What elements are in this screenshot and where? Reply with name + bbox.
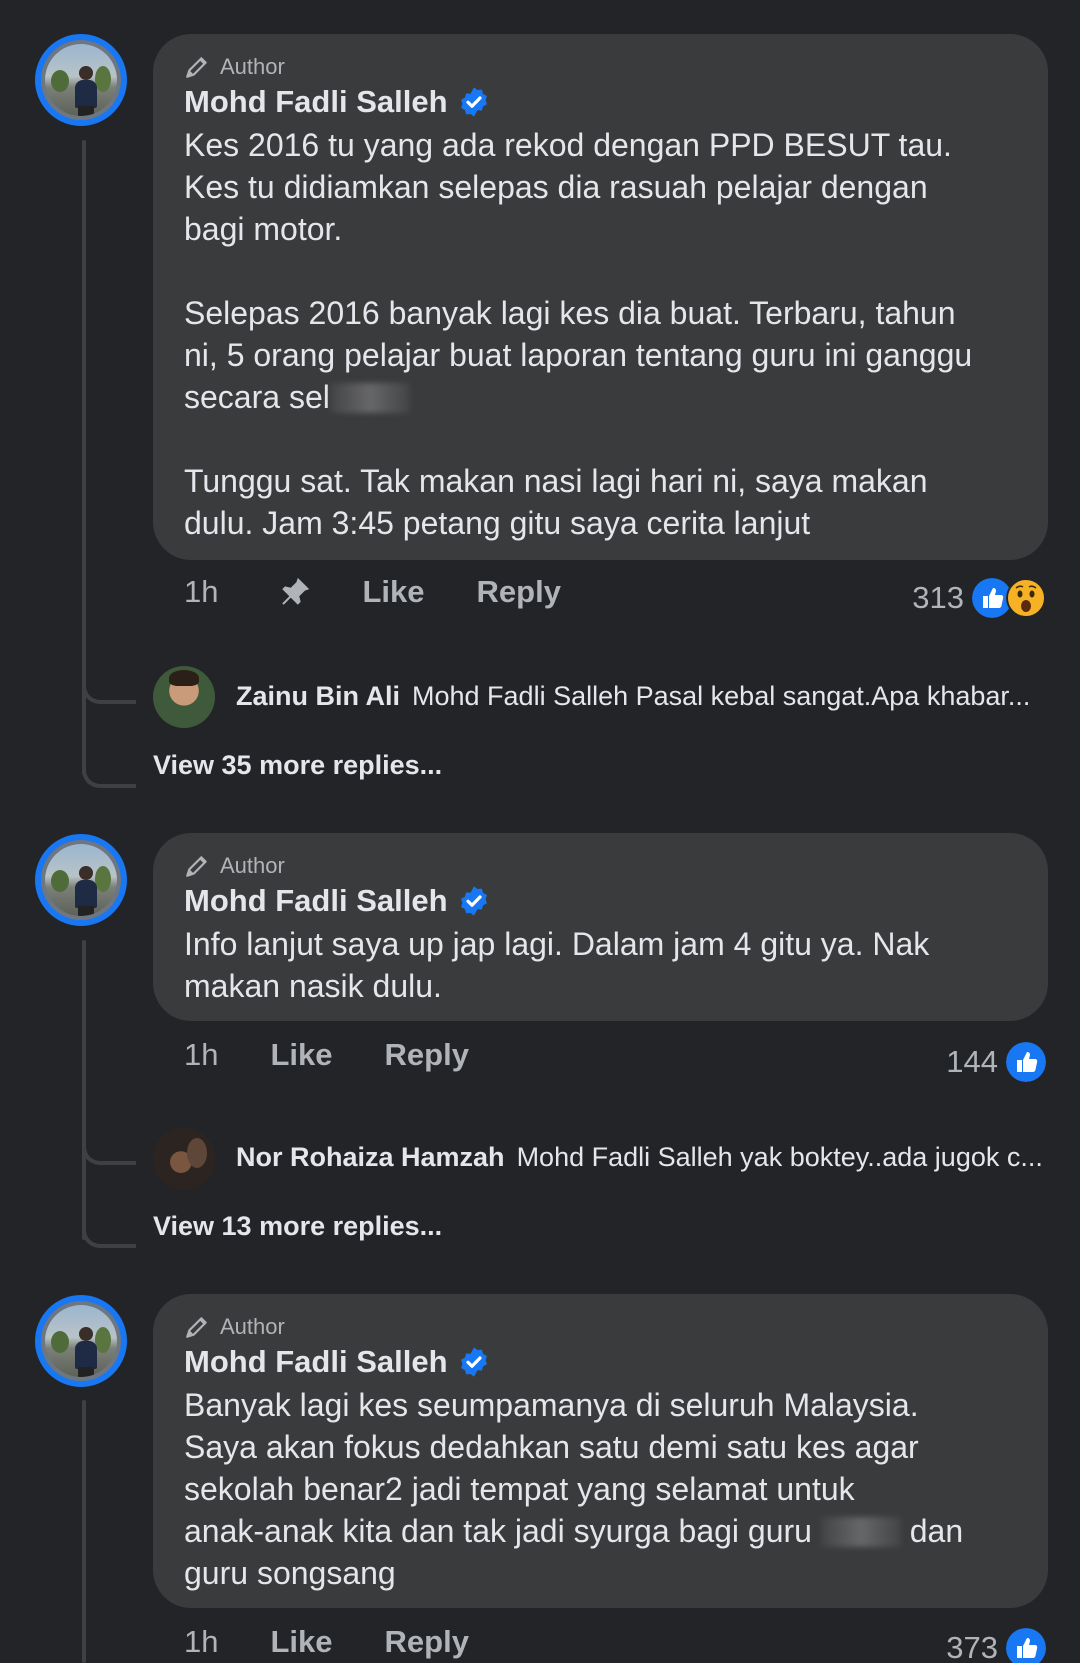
reaction-count: 144 [946,1044,998,1079]
verified-badge-icon [460,87,487,117]
verified-badge-icon [460,1347,487,1377]
wow-reaction-icon [1006,578,1046,618]
blurred-text [820,1517,901,1547]
commenter-name[interactable]: Mohd Fadli Salleh [184,1344,448,1380]
reaction-summary[interactable]: 373 [946,1628,1046,1663]
author-badge-label: Author [220,54,285,79]
comment-actions: 1h Like Reply [184,1624,469,1660]
reply-avatar[interactable] [153,666,215,728]
avatar[interactable] [35,34,127,126]
like-button[interactable]: Like [362,574,424,610]
comment-text: Banyak lagi kes seumpamanya di seluruh M… [184,1387,964,1591]
blurred-text [329,383,410,413]
author-badge: Author [184,52,1018,82]
comment-actions: 1h Like Reply [184,574,561,610]
reply-branch [82,1220,136,1248]
avatar[interactable] [35,1295,127,1387]
like-button[interactable]: Like [270,1037,332,1073]
author-badge-label: Author [220,1314,285,1339]
pencil-icon [186,57,207,78]
reaction-summary[interactable]: 144 [946,1042,1046,1082]
like-reaction-icon [1006,1042,1046,1082]
reply-preview[interactable]: Zainu Bin Ali Mohd Fadli Salleh Pasal ke… [236,681,1030,712]
avatar[interactable] [35,834,127,926]
reply-branch [82,1137,136,1165]
pencil-icon [186,1317,207,1338]
reply-author[interactable]: Nor Rohaiza Hamzah [236,1142,505,1173]
reply-branch [82,760,136,788]
reply-button[interactable]: Reply [477,574,561,610]
reply-snippet: Mohd Fadli Salleh yak boktey..ada jugok … [516,1142,1043,1172]
reply-button[interactable]: Reply [385,1037,469,1073]
reply-avatar[interactable] [153,1128,215,1190]
reply-preview[interactable]: Nor Rohaiza Hamzah Mohd Fadli Salleh yak… [236,1142,1043,1173]
reply-snippet: Mohd Fadli Salleh Pasal kebal sangat.Apa… [412,681,1031,711]
comment-bubble: Author Mohd Fadli Salleh Info lanjut say… [153,833,1048,1021]
comment-time[interactable]: 1h [184,1624,218,1660]
commenter-name[interactable]: Mohd Fadli Salleh [184,84,448,120]
verified-badge-icon [460,886,487,916]
pencil-icon [186,856,207,877]
view-more-replies-link[interactable]: View 13 more replies... [153,1211,442,1242]
comment-time[interactable]: 1h [184,1037,218,1073]
author-badge: Author [184,851,1018,881]
author-badge: Author [184,1312,1018,1342]
reaction-count: 313 [912,580,964,615]
comment-text: Info lanjut saya up jap lagi. Dalam jam … [184,926,930,1004]
reply-branch [82,676,136,704]
like-button[interactable]: Like [270,1624,332,1660]
like-reaction-icon [1006,1628,1046,1663]
comment-time[interactable]: 1h [184,574,218,610]
thread-line [82,940,86,1240]
pin-icon [282,577,310,605]
view-more-replies-link[interactable]: View 35 more replies... [153,750,442,781]
comments-feed: Author Mohd Fadli Salleh Kes 2016 tu yan… [0,0,1080,1663]
comment-bubble: Author Mohd Fadli Salleh Kes 2016 tu yan… [153,34,1048,560]
thread-line [82,1400,86,1663]
reaction-count: 373 [946,1630,998,1663]
commenter-name[interactable]: Mohd Fadli Salleh [184,883,448,919]
comment-bubble: Author Mohd Fadli Salleh Banyak lagi kes… [153,1294,1048,1608]
reply-author[interactable]: Zainu Bin Ali [236,681,400,712]
reply-button[interactable]: Reply [385,1624,469,1660]
comment-actions: 1h Like Reply [184,1037,469,1073]
author-badge-label: Author [220,853,285,878]
comment-text: Kes 2016 tu yang ada rekod dengan PPD BE… [184,127,973,541]
reaction-summary[interactable]: 313 [912,578,1046,618]
